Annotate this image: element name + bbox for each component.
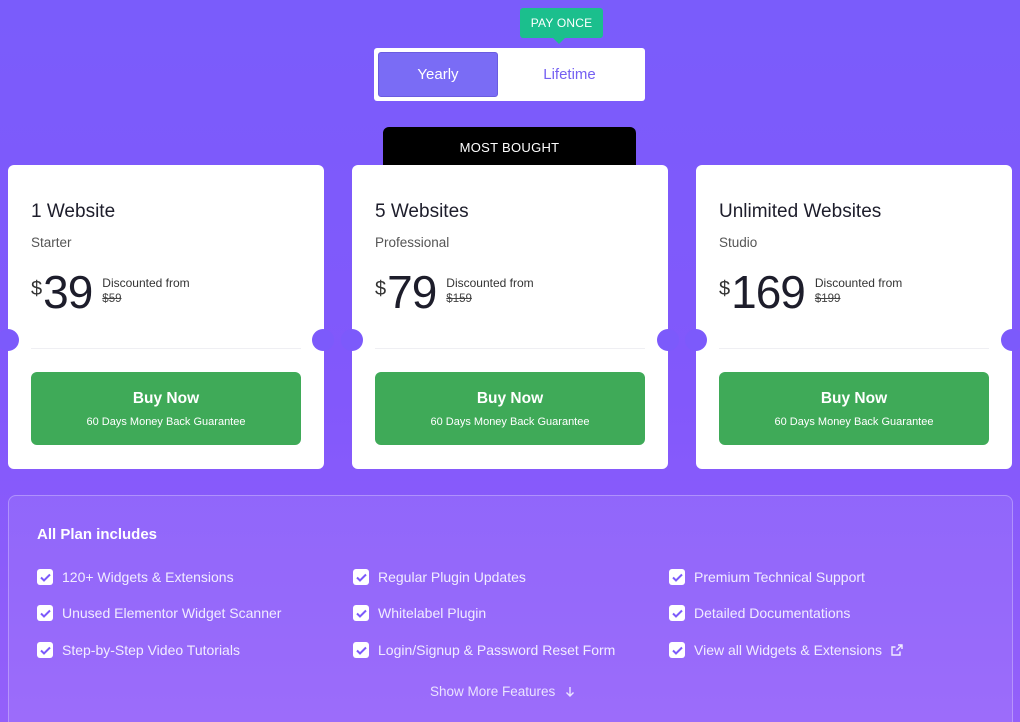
feature-item: Premium Technical Support	[669, 569, 865, 585]
plan-card-professional: 5 Websites Professional $ 79 Discounted …	[352, 165, 668, 469]
feature-label: Unused Elementor Widget Scanner	[62, 605, 282, 621]
buy-button-label: Buy Now	[820, 389, 888, 407]
plan-card-starter: 1 Website Starter $ 39 Discounted from $…	[8, 165, 324, 469]
check-icon	[353, 605, 369, 621]
pay-once-badge: PAY ONCE	[520, 8, 603, 44]
plan-subtitle: Professional	[375, 235, 450, 250]
features-title: All Plan includes	[37, 526, 158, 543]
billing-toggle: Yearly Lifetime	[374, 48, 645, 101]
feature-label: Detailed Documentations	[694, 605, 851, 621]
plan-title: 5 Websites	[375, 201, 469, 222]
feature-item: Whitelabel Plugin	[353, 605, 486, 621]
features-panel: All Plan includes 120+ Widgets & Extensi…	[8, 495, 1013, 722]
currency-symbol: $	[719, 278, 731, 300]
currency-symbol: $	[375, 278, 387, 300]
check-icon	[37, 569, 53, 585]
check-icon	[669, 642, 685, 658]
view-all-widgets-link[interactable]: View all Widgets & Extensions	[669, 642, 903, 658]
divider	[719, 348, 989, 349]
buy-now-button-professional[interactable]: Buy Now 60 Days Money Back Guarantee	[375, 372, 645, 445]
discount-info: Discounted from $199	[815, 276, 902, 305]
divider	[31, 348, 301, 349]
toggle-lifetime-button[interactable]: Lifetime	[498, 52, 641, 97]
feature-label: 120+ Widgets & Extensions	[62, 569, 234, 585]
buy-button-label: Buy Now	[476, 389, 544, 407]
price-row: $ 169 Discounted from $199	[719, 264, 989, 324]
show-more-label: Show More Features	[430, 684, 556, 699]
check-icon	[669, 569, 685, 585]
divider	[375, 348, 645, 349]
feature-label: Whitelabel Plugin	[378, 605, 487, 621]
price-row: $ 79 Discounted from $159	[375, 264, 645, 324]
card-notch	[1001, 329, 1020, 351]
check-icon	[37, 605, 53, 621]
show-more-features-button[interactable]: Show More Features	[430, 684, 575, 699]
card-notch	[685, 329, 707, 351]
feature-label: Login/Signup & Password Reset Form	[378, 642, 616, 658]
feature-label: Step-by-Step Video Tutorials	[62, 642, 240, 658]
plan-subtitle: Studio	[719, 235, 758, 250]
external-link-icon	[891, 644, 903, 656]
plan-price: 79	[387, 266, 437, 318]
plan-title: Unlimited Websites	[719, 201, 882, 222]
arrow-down-icon	[565, 686, 575, 698]
check-icon	[353, 569, 369, 585]
feature-item: Unused Elementor Widget Scanner	[37, 605, 281, 621]
card-notch	[341, 329, 363, 351]
plan-title: 1 Website	[31, 201, 116, 222]
guarantee-text: 60 Days Money Back Guarantee	[430, 415, 590, 428]
feature-item: Login/Signup & Password Reset Form	[353, 642, 615, 658]
discount-info: Discounted from $59	[102, 276, 189, 305]
plan-subtitle: Starter	[31, 235, 72, 250]
discount-label: Discounted from	[102, 276, 190, 290]
feature-item: Step-by-Step Video Tutorials	[37, 642, 240, 658]
buy-now-button-starter[interactable]: Buy Now 60 Days Money Back Guarantee	[31, 372, 301, 445]
feature-item: 120+ Widgets & Extensions	[37, 569, 234, 585]
feature-item: Detailed Documentations	[669, 605, 850, 621]
feature-label: Premium Technical Support	[694, 569, 865, 585]
plan-price: 39	[43, 266, 93, 318]
feature-label: Regular Plugin Updates	[378, 569, 526, 585]
plan-price: 169	[731, 266, 806, 318]
old-price: $159	[446, 293, 472, 305]
most-bought-banner: MOST BOUGHT	[383, 127, 636, 167]
buy-now-button-studio[interactable]: Buy Now 60 Days Money Back Guarantee	[719, 372, 989, 445]
toggle-yearly-button[interactable]: Yearly	[378, 52, 498, 97]
discount-label: Discounted from	[446, 276, 534, 290]
feature-item: Regular Plugin Updates	[353, 569, 526, 585]
feature-label: View all Widgets & Extensions	[694, 642, 883, 658]
discount-info: Discounted from $159	[446, 276, 533, 305]
card-notch	[312, 329, 334, 351]
currency-symbol: $	[31, 278, 43, 300]
buy-button-label: Buy Now	[132, 389, 200, 407]
check-icon	[353, 642, 369, 658]
old-price: $199	[814, 293, 841, 305]
discount-label: Discounted from	[814, 276, 903, 290]
check-icon	[669, 605, 685, 621]
plan-card-studio: Unlimited Websites Studio $ 169 Discount…	[696, 165, 1012, 469]
check-icon	[37, 642, 53, 658]
card-notch	[657, 329, 679, 351]
guarantee-text: 60 Days Money Back Guarantee	[774, 415, 934, 428]
price-row: $ 39 Discounted from $59	[31, 264, 301, 324]
old-price: $59	[102, 293, 122, 305]
guarantee-text: 60 Days Money Back Guarantee	[86, 415, 246, 428]
